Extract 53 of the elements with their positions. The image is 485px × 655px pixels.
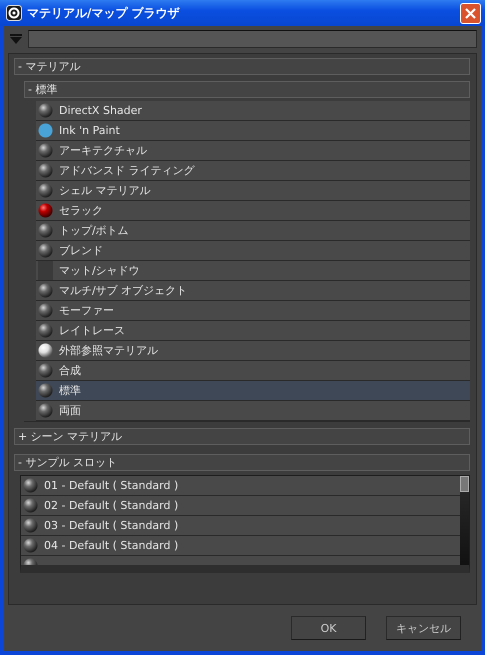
swatch-icon bbox=[38, 261, 53, 280]
slot-item[interactable]: 03 - Default ( Standard ) bbox=[21, 516, 460, 536]
group-header[interactable]: - サンプル スロット bbox=[14, 454, 470, 471]
close-button[interactable] bbox=[460, 2, 481, 24]
ok-button[interactable]: OK bbox=[291, 616, 366, 640]
sphere-icon bbox=[23, 478, 38, 493]
material-item[interactable]: 標準 bbox=[36, 381, 470, 401]
sphere-icon bbox=[38, 223, 53, 238]
material-item[interactable]: Ink 'n Paint bbox=[36, 121, 470, 141]
window-title: マテリアル/マップ ブラウザ bbox=[27, 4, 181, 22]
slot-item[interactable]: 02 - Default ( Standard ) bbox=[21, 496, 460, 516]
scrollbar[interactable] bbox=[460, 476, 469, 565]
group-header[interactable]: + シーン マテリアル bbox=[14, 428, 470, 445]
sphere-icon bbox=[38, 383, 53, 398]
material-item[interactable]: マット/シャドウ bbox=[36, 261, 470, 281]
sphere-icon bbox=[23, 498, 38, 513]
sphere-icon bbox=[38, 203, 53, 218]
material-item[interactable]: DirectX Shader bbox=[36, 101, 470, 121]
material-item[interactable]: 外部参照マテリアル bbox=[36, 341, 470, 361]
sphere-icon bbox=[38, 143, 53, 158]
close-icon bbox=[465, 8, 476, 18]
sphere-icon bbox=[38, 283, 53, 298]
sphere-icon bbox=[23, 538, 38, 553]
material-item[interactable]: アーキテクチャル bbox=[36, 141, 470, 161]
group-header[interactable]: - マテリアル bbox=[14, 58, 470, 75]
material-item[interactable]: 両面 bbox=[36, 401, 470, 421]
material-item[interactable]: 合成 bbox=[36, 361, 470, 381]
material-item[interactable]: トップ/ボトム bbox=[36, 221, 470, 241]
sphere-icon bbox=[38, 103, 53, 118]
dropdown-arrow-icon[interactable] bbox=[10, 34, 22, 44]
slot-item[interactable]: 01 - Default ( Standard ) bbox=[21, 476, 460, 496]
material-item[interactable]: アドバンスド ライティング bbox=[36, 161, 470, 181]
material-item[interactable]: ブレンド bbox=[36, 241, 470, 261]
slot-item[interactable]: 04 - Default ( Standard ) bbox=[21, 536, 460, 556]
cancel-button[interactable]: キャンセル bbox=[386, 616, 461, 640]
material-item[interactable]: マルチ/サブ オブジェクト bbox=[36, 281, 470, 301]
material-item[interactable]: モーファー bbox=[36, 301, 470, 321]
sphere-icon bbox=[38, 303, 53, 318]
sphere-icon bbox=[38, 323, 53, 338]
sphere-icon bbox=[38, 243, 53, 258]
material-item[interactable]: シェル マテリアル bbox=[36, 181, 470, 201]
group-header[interactable]: - 標準 bbox=[24, 81, 470, 98]
sphere-icon bbox=[23, 518, 38, 533]
material-item[interactable]: レイトレース bbox=[36, 321, 470, 341]
sphere-icon bbox=[38, 343, 53, 358]
app-icon bbox=[6, 5, 22, 21]
sphere-icon bbox=[38, 363, 53, 378]
sphere-icon bbox=[38, 403, 53, 418]
sphere-icon bbox=[38, 183, 53, 198]
sphere-icon bbox=[38, 163, 53, 178]
material-item[interactable]: セラック bbox=[36, 201, 470, 221]
search-field[interactable] bbox=[28, 30, 477, 48]
circle-icon bbox=[38, 123, 53, 138]
